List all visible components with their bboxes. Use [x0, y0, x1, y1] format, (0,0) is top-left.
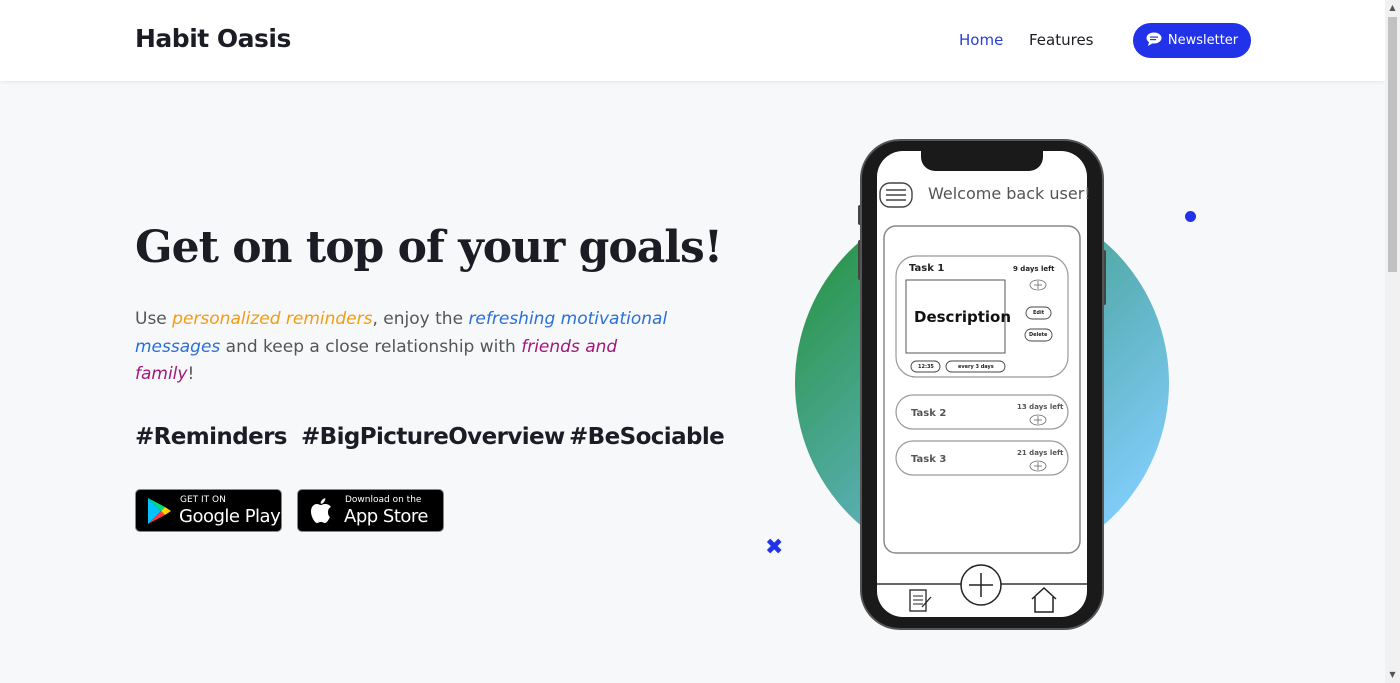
mockup-task1-description: Description — [914, 308, 1012, 326]
app-mockup-wireframe — [877, 182, 1087, 613]
mockup-task1-due: 9 days left — [1013, 265, 1055, 273]
apple-badge-small: Download on the — [345, 495, 422, 505]
mockup-task1-repeat: every 3 days — [958, 364, 994, 370]
mockup-task2-due: 13 days left — [1017, 403, 1064, 411]
brand-logo[interactable]: Habit Oasis — [135, 24, 291, 53]
mockup-task1-delete: Delete — [1029, 332, 1048, 338]
decorative-x-icon: ✖ — [765, 535, 784, 560]
scroll-up-icon[interactable]: ▲ — [1388, 3, 1397, 13]
mockup-task1-edit: Edit — [1033, 310, 1045, 316]
mockup-welcome: Welcome back user! — [928, 184, 1091, 203]
mockup-task3-due: 21 days left — [1017, 449, 1064, 457]
nav-features[interactable]: Features — [1029, 31, 1094, 49]
hero-description: Use personalized reminders, enjoy the re… — [135, 309, 668, 384]
highlight-reminders: personalized reminders — [172, 309, 373, 329]
hero-title: Get on top of your goals! — [135, 222, 723, 273]
decorative-dot — [1185, 211, 1196, 222]
mockup-task2-title: Task 2 — [911, 408, 947, 419]
newsletter-label: Newsletter — [1167, 33, 1239, 48]
google-play-icon — [146, 497, 172, 529]
app-store-badge[interactable]: Download on the App Store — [297, 489, 444, 532]
nav-home[interactable]: Home — [959, 31, 1003, 49]
mockup-task1-time: 12:35 — [918, 364, 934, 370]
mockup-task1-title: Task 1 — [909, 263, 945, 274]
google-badge-small: GET IT ON — [180, 495, 226, 505]
newsletter-button[interactable]: Newsletter — [1133, 23, 1251, 58]
hashtag-big-picture: #BigPictureOverview — [301, 424, 565, 450]
chat-icon — [1146, 32, 1162, 50]
hashtag-be-sociable: #BeSociable — [569, 424, 725, 450]
google-badge-big: Google Play — [179, 506, 281, 527]
mockup-task3-title: Task 3 — [911, 454, 947, 465]
scrollbar-thumb[interactable] — [1388, 17, 1397, 272]
google-play-badge[interactable]: GET IT ON Google Play — [135, 489, 282, 532]
apple-icon — [310, 498, 332, 528]
apple-badge-big: App Store — [344, 506, 428, 527]
hashtag-reminders: #Reminders — [135, 424, 288, 450]
scroll-down-icon[interactable]: ▼ — [1388, 670, 1397, 680]
site-header: Habit Oasis Home Features Newsletter — [0, 0, 1385, 81]
